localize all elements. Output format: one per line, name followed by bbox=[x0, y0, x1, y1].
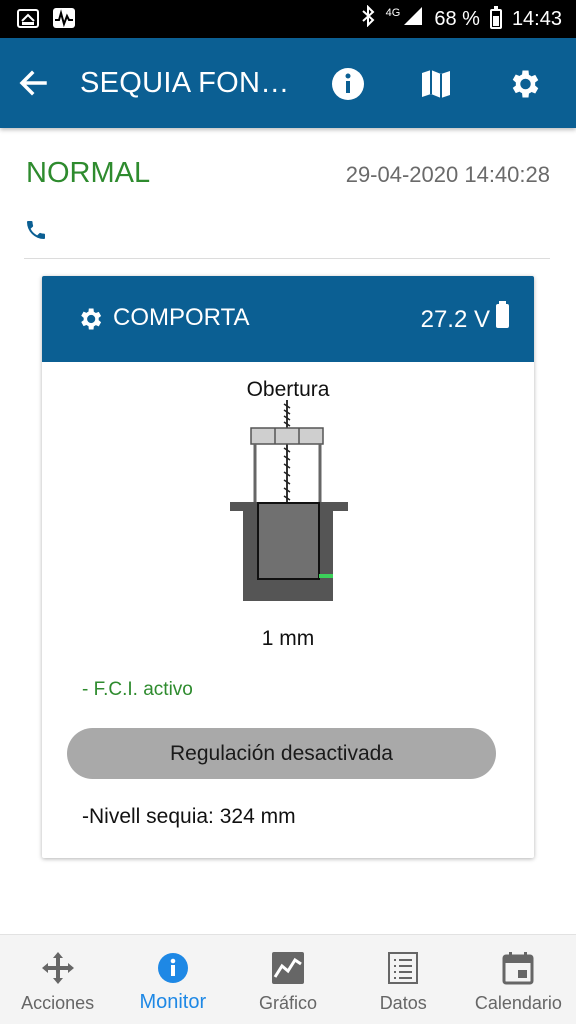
regulation-button[interactable]: Regulación desactivada bbox=[67, 728, 496, 779]
gate-opening-value: 1 mm bbox=[261, 627, 315, 650]
gate-card: COMPORTA 27.2 V Obertura 1 mm - F.C.I. a… bbox=[42, 276, 534, 858]
settings-gear-icon[interactable] bbox=[505, 65, 543, 103]
battery-percent: 68 % bbox=[434, 7, 480, 30]
map-icon[interactable] bbox=[417, 65, 455, 103]
gate-label: Obertura bbox=[246, 378, 330, 401]
divider bbox=[24, 258, 550, 259]
page-title: SEQUIA FON… bbox=[80, 67, 290, 99]
app-bar: SEQUIA FON… bbox=[0, 38, 576, 128]
bluetooth-icon bbox=[360, 4, 376, 33]
status-bar: 4G 68 % 14:43 bbox=[0, 0, 576, 38]
battery-icon bbox=[496, 301, 509, 328]
nav-label: Monitor bbox=[139, 991, 207, 1013]
list-icon bbox=[386, 951, 420, 985]
timestamp: 29-04-2020 14:40:28 bbox=[345, 162, 550, 187]
activity-icon bbox=[52, 7, 76, 29]
signal-icon bbox=[402, 5, 424, 33]
info-icon bbox=[156, 951, 190, 985]
card-header: COMPORTA 27.2 V bbox=[42, 276, 534, 362]
network-type: 4G bbox=[385, 7, 401, 19]
card-title: COMPORTA bbox=[113, 304, 250, 331]
nav-item-monitor[interactable]: Monitor bbox=[115, 935, 230, 1024]
nav-label: Gráfico bbox=[258, 993, 318, 1013]
move-arrows-icon bbox=[41, 951, 75, 985]
battery-icon bbox=[489, 6, 502, 29]
nav-item-grafico[interactable]: Gráfico bbox=[230, 935, 345, 1024]
voltage-value: 27.2 V bbox=[420, 306, 490, 333]
status-label: NORMAL bbox=[26, 157, 151, 189]
nav-item-calendario[interactable]: Calendario bbox=[461, 935, 576, 1024]
back-arrow-icon[interactable] bbox=[14, 63, 54, 103]
nav-label: Acciones bbox=[21, 993, 95, 1013]
bottom-nav: Acciones Monitor Gráfico Datos Calendari… bbox=[0, 934, 576, 1024]
nav-item-acciones[interactable]: Acciones bbox=[0, 935, 115, 1024]
gate-diagram bbox=[230, 400, 348, 601]
nav-item-datos[interactable]: Datos bbox=[346, 935, 461, 1024]
info-icon[interactable] bbox=[329, 65, 367, 103]
phone-icon[interactable] bbox=[24, 218, 48, 242]
notification-icon bbox=[16, 7, 40, 29]
nav-label: Calendario bbox=[474, 993, 562, 1013]
gear-icon bbox=[76, 305, 104, 333]
clock: 14:43 bbox=[511, 7, 562, 30]
calendar-icon bbox=[501, 951, 535, 985]
chart-icon bbox=[271, 951, 305, 985]
level-text: -Nivell sequia: 324 mm bbox=[82, 805, 296, 828]
fci-status: - F.C.I. activo bbox=[82, 679, 193, 700]
nav-label: Datos bbox=[379, 993, 427, 1013]
